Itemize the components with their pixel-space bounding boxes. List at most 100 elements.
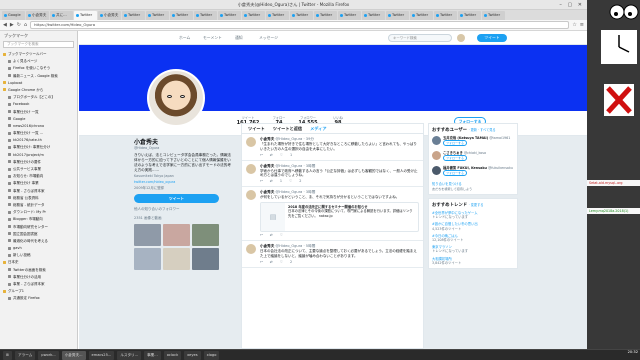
trend-item[interactable]: 東京マラソン トレンドになっています xyxy=(432,245,514,253)
bookmark-item[interactable]: news2016/chrono xyxy=(0,123,77,130)
tweet-to-user-button[interactable]: ツイート xyxy=(134,194,219,203)
back-icon[interactable]: ◀ xyxy=(3,22,7,28)
bookmark-item[interactable]: ダウンロード: My Pr xyxy=(0,209,77,216)
taskbar-item[interactable]: oclock xyxy=(163,350,182,360)
bookmark-item[interactable]: 総務省 - 統計データ xyxy=(0,202,77,209)
tweet[interactable]: 小倉秀夫 @Hideo_Ogura · 3時間 が何をしているかということ、ま、… xyxy=(242,187,423,241)
tweet-avatar[interactable] xyxy=(246,190,256,201)
bookmark-item[interactable]: 市場動向研究センター xyxy=(0,224,77,231)
trend-item[interactable]: #誰かに自慢したい冬の思い出 4,523件のツイート xyxy=(432,222,514,230)
browser-tab[interactable]: Twitter xyxy=(194,11,217,20)
nav-notifications[interactable]: 通知 xyxy=(235,35,243,41)
browser-tab[interactable]: Twitter xyxy=(458,11,481,20)
follow-suggested-button[interactable]: フォローする xyxy=(443,155,468,162)
trends-change-link[interactable]: · 変更する xyxy=(469,203,484,207)
bookmark-item[interactable]: 最適化の時代を考える xyxy=(0,238,77,245)
browser-tab[interactable]: Twitter xyxy=(266,11,289,20)
nav-home[interactable]: ホーム xyxy=(179,35,190,41)
bookmark-item[interactable]: 事業仕分けの活用 xyxy=(0,274,77,281)
follow-suggested-button[interactable]: フォローする xyxy=(443,140,468,147)
browser-tab[interactable]: Twitter xyxy=(170,11,193,20)
bookmark-item[interactable]: 事業 - さらば資本家 xyxy=(0,281,77,288)
url-bar[interactable]: https://twitter.com/Hideo_Ogura xyxy=(30,21,570,29)
twitter-search-input[interactable]: キーワード検索 xyxy=(388,34,452,42)
taskbar-item[interactable]: 小倉秀夫... xyxy=(61,350,86,360)
tab-tweets-replies[interactable]: ツイートと返信 xyxy=(273,126,302,132)
profile-name[interactable]: 小倉秀夫 xyxy=(134,137,234,146)
taskbar-item[interactable]: 事業... xyxy=(144,350,161,360)
browser-tab[interactable]: Twitter xyxy=(434,11,457,20)
bookmark-item[interactable]: お知らせ: 市場動向 xyxy=(0,173,77,180)
taskbar-item[interactable]: ルスタリ... xyxy=(117,350,142,360)
bookmark-item[interactable]: 事業仕分け: 事業仕分け xyxy=(0,144,77,151)
media-thumb[interactable] xyxy=(163,224,190,246)
browser-tab[interactable]: Twitter xyxy=(386,11,409,20)
bookmark-item[interactable]: よく見るページ xyxy=(0,58,77,65)
bookmark-item[interactable]: 最新ニュース - Google 検索 xyxy=(0,73,77,80)
browser-tab[interactable]: Twitter xyxy=(74,11,97,20)
tweet-actions[interactable]: ↩ ⇄ 1 ♡ 2 xyxy=(260,179,419,183)
bookmark-item[interactable]: gavh xyxy=(0,245,77,252)
profile-handle[interactable]: @Hideo_Ogura xyxy=(134,146,234,150)
taskbar-item[interactable]: pwork... xyxy=(38,350,59,360)
menu-icon[interactable]: ≡ xyxy=(580,22,584,28)
bookmark-folder[interactable]: Lupboat xyxy=(0,80,77,87)
bookmark-item[interactable]: 共通設定 Firefox xyxy=(0,295,77,302)
import-contacts-link[interactable]: 友だちを検索して招待しよう xyxy=(432,186,514,191)
bookmark-item[interactable]: Firefox を使いこなそう xyxy=(0,65,77,72)
browser-tab[interactable]: Twitter xyxy=(314,11,337,20)
tweet-actions[interactable]: ↩ ⇄ ♡ 1 xyxy=(260,153,419,157)
bookmark-item[interactable]: 事業仕分け 一覧 ... xyxy=(0,130,77,137)
nav-moments[interactable]: モーメント xyxy=(203,35,222,41)
suggested-user[interactable]: 福井健策 FUKUI, Kensaku @fukuikensaku フォローする xyxy=(432,166,514,178)
tweet-actions[interactable]: ↩ ⇄ ♡ 2 xyxy=(260,260,419,264)
trend-item[interactable]: 大相撲初場所 3,842件のツイート xyxy=(432,257,514,265)
media-thumb[interactable] xyxy=(163,248,190,270)
bookmark-item[interactable]: Facebook xyxy=(0,101,77,108)
bookmark-item[interactable]: Blogger: 市場動向 xyxy=(0,216,77,223)
media-thumb[interactable] xyxy=(134,224,161,246)
browser-tab[interactable]: Twitter xyxy=(122,11,145,20)
taskbar-item[interactable]: emacs25... xyxy=(88,350,115,360)
bookmark-item[interactable]: Google xyxy=(0,116,77,123)
link-card[interactable]: ▤ 2018 年度の法改正に関するセミナー開催のお知らせ 日本の法律とその今後の課… xyxy=(260,201,419,232)
bookmark-item[interactable]: 事業 - さらば資本家 xyxy=(0,188,77,195)
bookmark-folder[interactable]: ブックマークツールバー xyxy=(0,51,77,58)
user-avatar-small[interactable] xyxy=(457,34,465,42)
taskbar-item[interactable]: xlogo xyxy=(203,350,220,360)
suggested-user[interactable]: こさきちぁき @chiaki_kosa フォローする xyxy=(432,151,514,163)
profile-avatar[interactable] xyxy=(147,69,205,127)
forward-icon[interactable]: ▶ xyxy=(10,22,14,28)
tweet-avatar[interactable] xyxy=(246,243,256,254)
bookmark-folder[interactable]: 日本史 xyxy=(0,259,77,266)
photos-heading[interactable]: 2351 画像と動画 xyxy=(134,216,234,221)
bookmark-item[interactable]: 総務省 公表資料 xyxy=(0,195,77,202)
tweet-actions[interactable]: ↩ ⇄ ♡ xyxy=(260,233,419,237)
browser-tab[interactable]: Twitter xyxy=(242,11,265,20)
tweet[interactable]: 小倉秀夫 @Hideo_Ogura · 3時間 学術から仕事で政府へ移動する人の… xyxy=(242,161,423,188)
media-thumb[interactable] xyxy=(134,248,161,270)
bookmark-star-icon[interactable]: ☆ xyxy=(572,22,576,28)
bookmark-folder[interactable]: Google Chrome から xyxy=(0,87,77,94)
browser-tab[interactable]: Twitter xyxy=(338,11,361,20)
bookmark-item[interactable]: ブログポータル【どこの】 xyxy=(0,94,77,101)
browser-tab[interactable]: Twitter xyxy=(482,11,505,20)
reload-icon[interactable]: ↻ xyxy=(17,22,21,28)
taskbar-item[interactable]: xeyes xyxy=(184,350,201,360)
media-thumb[interactable] xyxy=(192,224,219,246)
bookmark-item[interactable]: 国立国会図書館 xyxy=(0,231,77,238)
tweet[interactable]: 小倉秀夫 @Hideo_Ogura · 5時間 日本の会社法の改正について、主要… xyxy=(242,241,423,268)
browser-tab[interactable]: 小倉秀夫 xyxy=(98,11,121,20)
tweet-avatar[interactable] xyxy=(246,137,256,147)
start-menu-icon[interactable]: ⊞ xyxy=(3,350,13,360)
bookmark-item[interactable]: kk2017/project/m xyxy=(0,152,77,159)
bookmark-item[interactable]: kk20176/cate-th xyxy=(0,137,77,144)
browser-tab[interactable]: Twitter xyxy=(146,11,169,20)
bookmark-item[interactable]: 事業仕分け 事業 xyxy=(0,180,77,187)
browser-tab[interactable]: Twitter xyxy=(362,11,385,20)
bookmark-item[interactable]: 事業仕分けの要件 xyxy=(0,159,77,166)
browser-tab[interactable]: Google xyxy=(2,11,25,20)
browser-tab[interactable]: 共に… xyxy=(50,11,73,20)
bookmark-item[interactable]: 公共サービス事業 xyxy=(0,166,77,173)
who-to-follow-links[interactable]: · 更新 · すべて見る xyxy=(469,128,496,132)
